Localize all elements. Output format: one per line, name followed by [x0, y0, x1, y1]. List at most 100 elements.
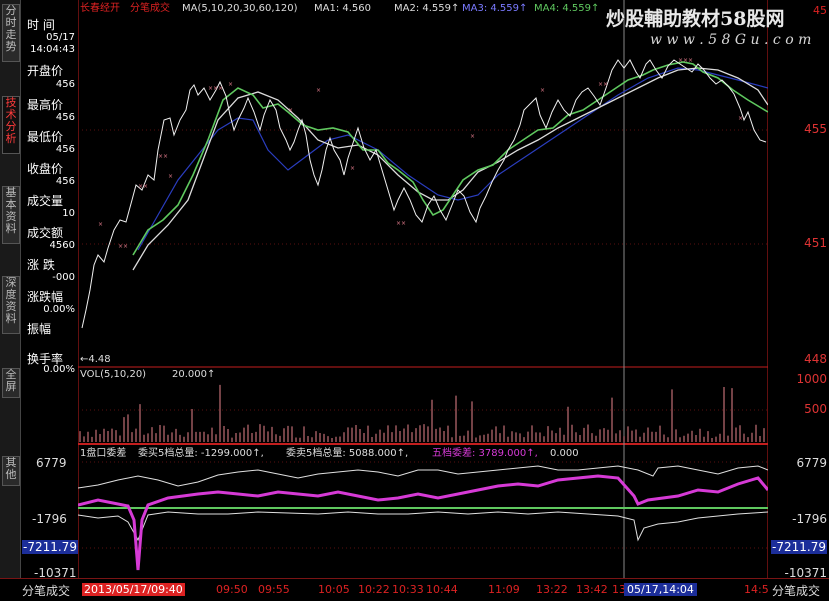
svg-text:×: ×: [470, 133, 475, 140]
svg-text:×: ×: [98, 221, 103, 228]
high-price-value: 456: [55, 112, 75, 123]
ma1-value: MA1: 4.560: [314, 3, 371, 14]
left-ind-box-label: -7211.79: [22, 540, 78, 554]
indicator-upper-line: [78, 465, 768, 489]
open-price-label: 开盘价: [27, 64, 64, 78]
low-price-value: 456: [55, 144, 75, 155]
tab-fullscreen[interactable]: 全屏: [2, 368, 20, 398]
left-tab-bar: 分时走势 技术分析 基本资料 深度资料 全屏 其他: [0, 0, 21, 580]
time-label-start: 2013/05/17/09:40: [82, 583, 185, 596]
close-price-value: 456: [55, 176, 75, 187]
price-line: [81, 59, 767, 329]
time-label: 10:22: [358, 583, 390, 596]
change-label: 涨 跌: [27, 258, 55, 272]
ind-diff: 五档委差: 3789.000↑,: [432, 446, 538, 459]
time-label: 10:44: [426, 583, 458, 596]
ind-tick-top: 6779: [796, 456, 827, 470]
svg-text:××: ××: [396, 220, 406, 227]
time-label: 13:42: [576, 583, 608, 596]
amount-label: 成交额: [27, 226, 64, 240]
low-price-label: 最低价: [27, 130, 64, 144]
close-price-label: 收盘价: [27, 162, 64, 176]
trade-marker: ××: [138, 183, 148, 190]
svg-text:×××: ×××: [678, 57, 693, 64]
time-label: 13:22: [536, 583, 568, 596]
time-label: 时 间: [27, 18, 55, 32]
display-mode: 分笔成交: [130, 1, 170, 14]
time-label: 10:05: [318, 583, 350, 596]
volume-label: 成交量: [27, 194, 64, 208]
price-top-label: 45: [813, 4, 827, 17]
amount-value: 4560: [49, 240, 75, 251]
ma-white-line: [132, 67, 768, 271]
indicator-header: 1盘口委差 委买5档总量: -1299.000↑, 委卖5档总量: 5088.0…: [80, 446, 579, 459]
turnover-value: 0.00%: [43, 364, 75, 375]
ma4-value: MA4: 4.559↑: [534, 3, 599, 14]
time-label: 10:33: [392, 583, 424, 596]
ma2-value: MA2: 4.559↑: [394, 3, 459, 14]
price-low-marker: ←4.48: [80, 354, 111, 365]
ind-zero: 0.000: [550, 448, 579, 459]
svg-text:×: ×: [316, 87, 321, 94]
vol-tick-500: 500: [804, 402, 827, 416]
vol-tick-1000: 1000: [796, 372, 827, 386]
change-pct-label: 涨跌幅: [27, 290, 64, 304]
vol-header: VOL(5,10,20) 20.000↑: [80, 369, 215, 380]
ma-blue-line: [137, 67, 768, 251]
tab-technical-analysis[interactable]: 技术分析: [2, 96, 20, 154]
price-tick-448: 448: [804, 352, 827, 366]
watermark-title: 炒股輔助教材58股网: [606, 8, 785, 30]
price-header: 长春经开 分笔成交 MA(5,10,20,30,60,120) MA1: 4.5…: [80, 1, 599, 14]
tab-time-trend[interactable]: 分时走势: [2, 4, 20, 62]
svg-text:××: ××: [118, 243, 128, 250]
stock-name: 长春经开: [80, 1, 120, 14]
info-date: 05/17: [46, 32, 75, 43]
svg-text:××: ××: [158, 153, 168, 160]
svg-text:×: ×: [168, 173, 173, 180]
bottom-right-label[interactable]: 分笔成交: [772, 582, 820, 599]
tab-other[interactable]: 其他: [2, 456, 20, 486]
right-axis: 45 455 451 448 1000 500 6779 -1796 -7211…: [770, 0, 829, 580]
volume-bars: [79, 384, 765, 442]
vol-label: VOL(5,10,20): [80, 369, 146, 380]
time-axis-bar: 分笔成交 2013/05/17/09:40 09:50 09:55 10:05 …: [0, 578, 829, 601]
ma-green-line: [132, 61, 768, 256]
time-label: 11:09: [488, 583, 520, 596]
tab-basic-info[interactable]: 基本资料: [2, 186, 20, 244]
ind-sell: 委卖5档总量: 5088.000↑,: [286, 446, 408, 459]
change-value: -000: [52, 272, 75, 283]
left-ind-top-label: 6779: [36, 456, 67, 470]
svg-text:××: ××: [598, 81, 608, 88]
price-tick-451: 451: [804, 236, 827, 250]
info-panel: 时 间 05/17 14:04:43 开盘价 456 最高价 456 最低价 4…: [21, 2, 77, 375]
watermark-url: w w w . 5 8 G u . c o m: [650, 32, 812, 48]
volume-value: 10: [62, 208, 75, 219]
indicator-lower-line: [78, 511, 768, 542]
amplitude-label: 振幅: [27, 322, 52, 336]
vol-value: 20.000↑: [172, 369, 215, 380]
time-label: 09:55: [258, 583, 290, 596]
high-price-label: 最高价: [27, 98, 64, 112]
time-label: 09:50: [216, 583, 248, 596]
info-time: 14:04:43: [30, 44, 75, 55]
ind-title: 1盘口委差: [80, 446, 126, 459]
ma-params: MA(5,10,20,30,60,120): [182, 3, 298, 14]
stock-chart[interactable]: ××× ×××× ××× ×× ××× ××× ×××× ××× 长春经开 分笔…: [78, 0, 768, 580]
change-pct-value: 0.00%: [43, 304, 75, 315]
ma3-value: MA3: 4.559↑: [462, 3, 527, 14]
svg-text:×: ×: [288, 107, 293, 114]
cursor-time-label: 05/17,14:04: [624, 583, 697, 596]
left-ind-mid-label: -1796: [32, 512, 67, 526]
bottom-left-label[interactable]: 分笔成交: [22, 582, 70, 599]
price-tick-455: 455: [804, 122, 827, 136]
tab-depth-info[interactable]: 深度资料: [2, 276, 20, 334]
time-label: 14:5: [744, 583, 769, 596]
svg-text:×: ×: [350, 165, 355, 172]
svg-text:×××: ×××: [208, 85, 223, 92]
open-price-value: 456: [55, 79, 75, 90]
svg-text:×: ×: [540, 87, 545, 94]
svg-text:×: ×: [228, 81, 233, 88]
ind-buy: 委买5档总量: -1299.000↑,: [138, 446, 264, 459]
svg-text:×: ×: [738, 115, 743, 122]
ind-tick-box: -7211.79: [771, 540, 827, 554]
